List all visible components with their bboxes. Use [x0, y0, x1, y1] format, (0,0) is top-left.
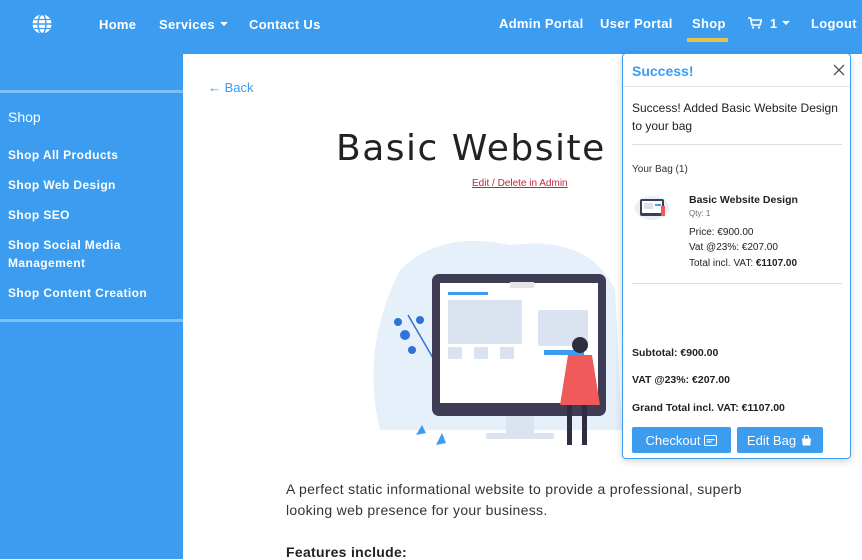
- sidebar-divider: [0, 90, 183, 93]
- popup-title: Success!: [632, 63, 694, 79]
- grand-total: Grand Total incl. VAT: €1107.00: [632, 402, 785, 414]
- nav-services[interactable]: Services: [159, 17, 228, 32]
- sidebar-item-all-products[interactable]: Shop All Products: [8, 146, 178, 164]
- nav-cart[interactable]: 1: [748, 16, 791, 31]
- nav-services-label: Services: [159, 17, 215, 32]
- close-icon[interactable]: [833, 64, 845, 76]
- nav-contact[interactable]: Contact Us: [249, 17, 321, 32]
- cart-count: 1: [769, 16, 778, 31]
- popup-message: Success! Added Basic Website Design to y…: [632, 101, 838, 133]
- active-nav-indicator: [687, 38, 728, 42]
- back-link[interactable]: ← Back: [208, 80, 254, 95]
- sidebar-item-social-media[interactable]: Shop Social Media Management: [8, 236, 178, 272]
- sidebar-item-web-design[interactable]: Shop Web Design: [8, 176, 178, 194]
- features-heading: Features include:: [286, 544, 408, 560]
- sidebar-heading: Shop: [8, 109, 41, 125]
- bag-label: Your Bag (1): [632, 164, 688, 175]
- nav-user-portal[interactable]: User Portal: [600, 16, 673, 31]
- bag-success-popup: Success! Success! Added Basic Website De…: [622, 53, 851, 459]
- sidebar: Shop Shop All Products Shop Web Design S…: [0, 54, 183, 559]
- bag-item-vat: Vat @23%: €207.00: [689, 242, 778, 253]
- checkout-button[interactable]: Checkout: [632, 427, 731, 453]
- popup-divider: [632, 283, 842, 284]
- bag-item-total-value: €1107.00: [755, 258, 798, 269]
- bag-item-name: Basic Website Design: [689, 194, 798, 206]
- popup-header: Success!: [623, 54, 850, 87]
- sidebar-item-content-creation[interactable]: Shop Content Creation: [8, 284, 178, 302]
- edit-bag-label: Edit Bag: [746, 432, 797, 448]
- admin-edit-link[interactable]: Edit / Delete in Admin: [472, 178, 568, 189]
- cart-icon: [748, 17, 763, 29]
- bag-item-qty: Qty: 1: [689, 209, 711, 218]
- stripe-icon: [704, 434, 718, 446]
- subtotal: Subtotal: €900.00: [632, 347, 719, 359]
- top-navbar: Home Services Contact Us Admin Portal Us…: [0, 0, 862, 54]
- product-description: A perfect static informational website t…: [286, 481, 742, 518]
- globe-icon[interactable]: [31, 13, 53, 35]
- nav-logout[interactable]: Logout: [811, 16, 857, 31]
- chevron-down-icon: [782, 20, 791, 25]
- nav-admin-portal[interactable]: Admin Portal: [499, 16, 584, 31]
- website-design-illustration: [373, 240, 622, 445]
- checkout-label: Checkout: [645, 432, 701, 448]
- popup-divider: [632, 144, 842, 145]
- sidebar-divider: [0, 319, 183, 322]
- bag-item-price: Price: €900.00: [689, 227, 754, 238]
- nav-home[interactable]: Home: [99, 17, 136, 32]
- nav-shop[interactable]: Shop: [692, 16, 726, 31]
- chevron-down-icon: [219, 21, 228, 26]
- vat-total: VAT @23%: €207.00: [632, 374, 730, 386]
- bag-item-total: Total incl. VAT: €1107.00: [689, 258, 797, 269]
- product-thumbnail: [635, 196, 669, 220]
- sidebar-item-seo[interactable]: Shop SEO: [8, 206, 178, 224]
- shopping-bag-icon: [802, 434, 812, 445]
- bag-item-total-label: Total incl. VAT:: [689, 258, 756, 269]
- edit-bag-button[interactable]: Edit Bag: [737, 427, 823, 453]
